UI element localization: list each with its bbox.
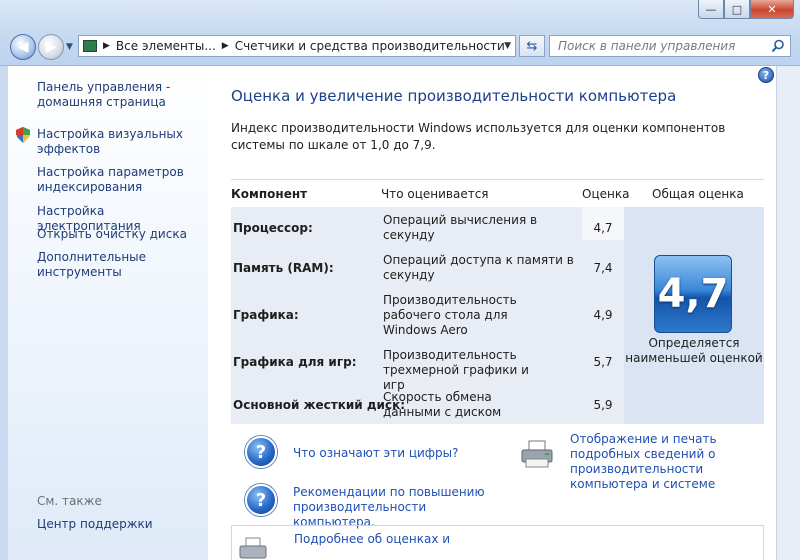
breadcrumb-all-items[interactable]: Все элементы... (116, 39, 216, 53)
recommendations-link[interactable]: Рекомендации по повышению производительн… (293, 485, 498, 530)
forward-button[interactable]: ▶ (38, 34, 64, 60)
printer-icon[interactable] (520, 439, 554, 469)
address-bar[interactable]: ▶ Все элементы... ▶ Счетчики и средства … (78, 35, 516, 57)
help-question-icon[interactable]: ? (245, 436, 277, 468)
row-score: 7,4 (593, 261, 613, 275)
row-what: Производительность рабочего стола для Wi… (383, 293, 517, 337)
more-details-link[interactable]: Подробнее об оценках и (294, 532, 494, 547)
score-table: Процессор: Операций вычисления в секунду… (231, 207, 764, 424)
back-button[interactable]: ◀ (10, 34, 36, 60)
help-icon[interactable]: ? (758, 67, 774, 83)
chevron-down-icon[interactable]: ▼ (504, 41, 511, 51)
bottom-section: Подробнее об оценках и (231, 525, 764, 560)
table-row: Графика для игр: Производительность трех… (231, 339, 624, 392)
scrollbar[interactable] (776, 66, 800, 560)
row-component: Графика: (233, 308, 299, 322)
search-input[interactable]: Поиск в панели управления (549, 35, 791, 57)
row-what: Операций вычисления в секунду (383, 213, 538, 242)
page-description: Индекс производительности Windows исполь… (231, 121, 726, 152)
sidebar-item-advanced-tools[interactable]: Дополнительные инструменты (37, 250, 197, 280)
chevron-right-icon[interactable]: ▶ (103, 41, 110, 51)
breadcrumb-performance[interactable]: Счетчики и средства производительности (235, 39, 505, 53)
row-score: 4,7 (593, 221, 613, 235)
row-component: Основной жесткий диск: (233, 398, 406, 412)
maximize-button[interactable]: □ (724, 0, 750, 19)
sidebar-item-visual-effects[interactable]: Настройка визуальных эффектов (37, 127, 197, 157)
row-component: Графика для игр: (233, 355, 357, 369)
control-panel-icon (83, 40, 97, 52)
row-component: Процессор: (233, 221, 313, 235)
base-score-badge: 4,7 (654, 255, 732, 333)
arrow-right-icon: ▶ (45, 39, 57, 55)
search-icon[interactable] (771, 39, 785, 53)
refresh-icon: ⇆ (526, 38, 538, 54)
help-question-icon[interactable]: ? (245, 484, 277, 516)
sidebar-item-disk-cleanup[interactable]: Открыть очистку диска (37, 227, 197, 242)
header-component: Компонент (231, 187, 308, 201)
close-button[interactable]: ✕ (750, 0, 794, 19)
sidebar-item-action-center[interactable]: Центр поддержки (37, 517, 153, 531)
table-row: Память (RAM): Операций доступа к памяти … (231, 247, 624, 287)
recent-pages-dropdown[interactable]: ▼ (66, 42, 73, 52)
row-what: Скорость обмена данными с диском (383, 390, 502, 419)
row-score: 5,7 (593, 355, 613, 369)
table-header: Компонент Что оценивается Оценка Общая о… (231, 179, 764, 207)
uac-shield-icon (16, 127, 30, 143)
main-content: ? Оценка и увеличение производительности… (208, 66, 776, 560)
header-score: Оценка (582, 187, 630, 201)
sidebar-item-indexing[interactable]: Настройка параметров индексирования (37, 165, 197, 195)
print-details-link[interactable]: Отображение и печать подробных сведений … (570, 432, 770, 492)
header-what: Что оценивается (381, 187, 489, 201)
base-score-caption: Определяется наименьшей оценкой (625, 336, 763, 365)
row-what: Операций доступа к памяти в секунду (383, 253, 574, 282)
search-placeholder: Поиск в панели управления (558, 39, 736, 53)
sidebar-item-home[interactable]: Панель управления - домашняя страница (37, 80, 197, 110)
refresh-button[interactable]: ⇆ (519, 35, 545, 57)
what-numbers-link[interactable]: Что означают эти цифры? (293, 446, 493, 461)
window-titlebar: — □ ✕ ◀ ▶ ▼ ▶ Все элементы... ▶ Счетчики… (0, 0, 800, 66)
printer-icon (239, 537, 267, 559)
chevron-right-icon[interactable]: ▶ (222, 41, 229, 51)
see-also-heading: См. также (37, 494, 102, 508)
row-score: 5,9 (593, 398, 613, 412)
table-row: Графика: Производительность рабочего сто… (231, 287, 624, 339)
row-score: 4,9 (593, 308, 613, 322)
window-controls: — □ ✕ (698, 0, 794, 19)
table-row: Основной жесткий диск: Скорость обмена д… (231, 383, 624, 423)
table-row: Процессор: Операций вычисления в секунду… (231, 207, 624, 247)
arrow-left-icon: ◀ (17, 39, 29, 55)
header-overall: Общая оценка (652, 187, 744, 201)
row-component: Память (RAM): (233, 261, 334, 275)
page-title: Оценка и увеличение производительности к… (231, 87, 677, 105)
minimize-button[interactable]: — (698, 0, 724, 19)
overall-score-panel: 4,7 Определяется наименьшей оценкой (624, 207, 764, 424)
task-pane: Панель управления - домашняя страница На… (8, 66, 208, 560)
